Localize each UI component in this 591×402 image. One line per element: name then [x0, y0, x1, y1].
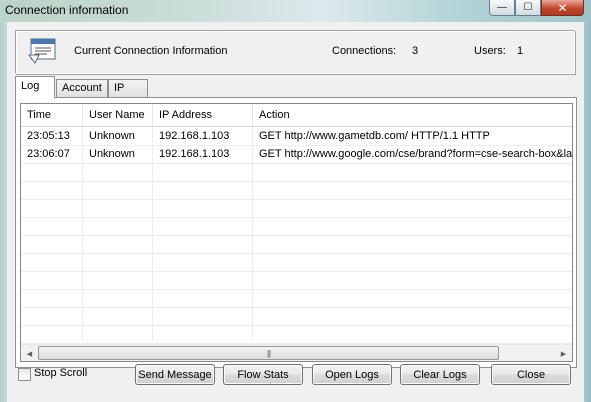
minimize-button[interactable]: —	[489, 0, 515, 16]
dialog-client-area: Current Connection Information Connectio…	[7, 22, 584, 402]
window-frame-right	[584, 22, 591, 402]
connections-count: 3	[412, 45, 419, 57]
maximize-icon: ☐	[523, 2, 533, 13]
empty-row	[21, 236, 572, 254]
column-header-time[interactable]: Time	[21, 104, 83, 127]
window-title: Connection information	[5, 3, 129, 17]
cell-action: GET http://www.gametdb.com/ HTTP/1.1 HTT…	[259, 130, 490, 142]
header-title: Current Connection Information	[74, 45, 228, 57]
scrollbar-grip-icon: |||	[266, 348, 271, 358]
table-row[interactable]: 23:06:07 Unknown 192.168.1.103 GET http:…	[21, 146, 572, 164]
tab-account[interactable]: Account	[56, 79, 108, 97]
scrollbar-thumb[interactable]: |||	[38, 346, 499, 360]
clear-logs-button[interactable]: Clear Logs	[400, 364, 480, 385]
empty-row	[21, 218, 572, 236]
title-bar[interactable]: Connection information — ☐ ✕	[0, 0, 591, 22]
empty-row	[21, 290, 572, 308]
minimize-icon: —	[497, 2, 507, 13]
cell-time: 23:06:07	[27, 148, 70, 160]
empty-row	[21, 272, 572, 290]
close-icon: ✕	[557, 0, 568, 15]
cell-action: GET http://www.google.com/cse/brand?form…	[259, 148, 573, 160]
send-message-button[interactable]: Send Message	[135, 364, 215, 385]
empty-row	[21, 200, 572, 218]
column-action-label: Action	[259, 109, 290, 121]
scroll-left-arrow-icon[interactable]: ◀	[21, 345, 38, 361]
empty-row	[21, 326, 572, 344]
users-label: Users:	[474, 45, 506, 57]
connection-info-icon	[28, 38, 56, 64]
close-button[interactable]: Close	[491, 364, 571, 385]
stop-scroll-label: Stop Scroll	[34, 367, 88, 379]
tab-account-label: Account	[62, 82, 102, 94]
empty-row	[21, 164, 572, 182]
column-header-action[interactable]: Action	[253, 104, 572, 127]
close-window-button[interactable]: ✕	[541, 0, 584, 16]
flow-stats-button[interactable]: Flow Stats	[223, 364, 303, 385]
maximize-button[interactable]: ☐	[515, 0, 541, 16]
checkbox-box[interactable]	[18, 368, 31, 381]
cell-ip-address: 192.168.1.103	[159, 148, 230, 160]
horizontal-scrollbar[interactable]: ◀ ||| ▶	[21, 344, 572, 361]
column-ip-address-label: IP Address	[159, 109, 212, 121]
empty-row	[21, 254, 572, 272]
log-list-header: Time User Name IP Address Action	[21, 104, 572, 127]
cell-user-name: Unknown	[89, 148, 135, 160]
column-header-ip-address[interactable]: IP Address	[153, 104, 253, 127]
users-count: 1	[517, 45, 524, 57]
tab-log[interactable]: Log	[15, 76, 55, 98]
window-frame-left	[0, 22, 7, 402]
tab-ip-label: IP	[114, 82, 125, 94]
connections-label: Connections:	[332, 45, 397, 57]
column-header-user-name[interactable]: User Name	[83, 104, 153, 127]
column-user-name-label: User Name	[89, 109, 145, 121]
cell-user-name: Unknown	[89, 130, 135, 142]
scroll-right-arrow-icon[interactable]: ▶	[555, 345, 572, 361]
tab-ip[interactable]: IP	[108, 79, 148, 97]
connection-summary-panel: Current Connection Information Connectio…	[15, 30, 575, 74]
column-time-label: Time	[27, 109, 52, 121]
cell-time: 23:05:13	[27, 130, 70, 142]
empty-row	[21, 182, 572, 200]
log-list[interactable]: Time User Name IP Address Action 23:05:1…	[20, 103, 573, 362]
table-row[interactable]: 23:05:13 Unknown 192.168.1.103 GET http:…	[21, 128, 572, 146]
empty-row	[21, 308, 572, 326]
cell-ip-address: 192.168.1.103	[159, 130, 230, 142]
tab-log-label: Log	[21, 80, 40, 92]
log-tab-panel: Time User Name IP Address Action 23:05:1…	[15, 97, 577, 368]
open-logs-button[interactable]: Open Logs	[312, 364, 392, 385]
